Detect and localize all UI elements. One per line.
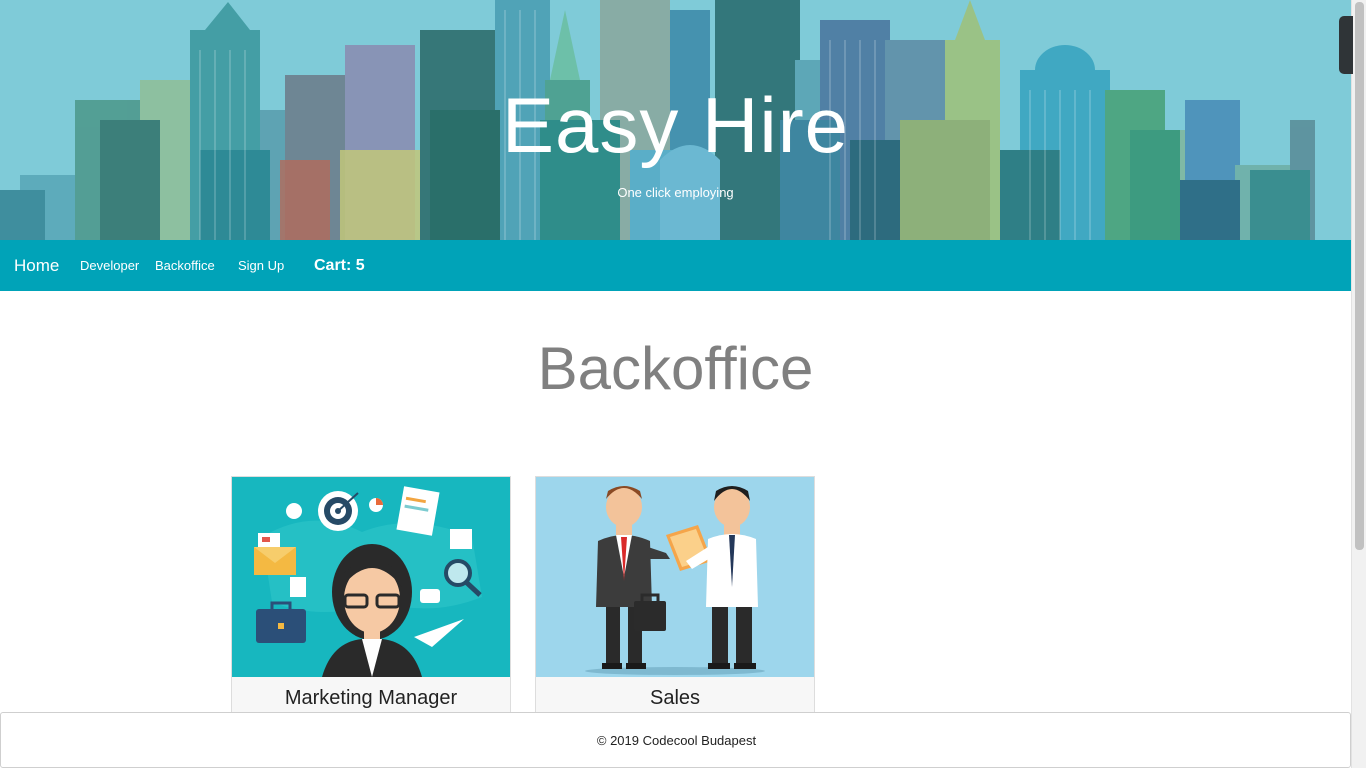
- job-card-marketing-manager[interactable]: Marketing Manager: [231, 476, 511, 736]
- marketing-manager-image: [232, 477, 510, 677]
- navbar: Home Developer Backoffice Sign Up Cart: …: [0, 240, 1351, 291]
- nav-backoffice-link[interactable]: Backoffice: [155, 240, 215, 291]
- side-panel-handle[interactable]: [1339, 16, 1353, 74]
- vertical-scrollbar[interactable]: [1351, 0, 1366, 768]
- job-card-title: Sales: [649, 687, 701, 709]
- page-title: Backoffice: [537, 335, 814, 402]
- footer: © 2019 Codecool Budapest: [0, 712, 1351, 768]
- page: Easy Hire One click employing Home Devel…: [0, 0, 1351, 768]
- scrollbar-thumb[interactable]: [1355, 2, 1364, 550]
- nav-cart-link[interactable]: Cart: 5: [314, 240, 365, 291]
- sales-image: [536, 477, 814, 677]
- job-card-sales[interactable]: Sales: [535, 476, 815, 736]
- site-title: Easy Hire: [501, 81, 850, 169]
- nav-signup-link[interactable]: Sign Up: [238, 240, 284, 291]
- hero-banner: Easy Hire One click employing: [0, 0, 1351, 240]
- footer-copyright: © 2019 Codecool Budapest: [596, 733, 757, 748]
- job-card-title: Marketing Manager: [284, 687, 458, 709]
- nav-home-link[interactable]: Home: [14, 240, 59, 291]
- nav-developer-link[interactable]: Developer: [80, 240, 139, 291]
- site-subtitle: One click employing: [617, 185, 734, 200]
